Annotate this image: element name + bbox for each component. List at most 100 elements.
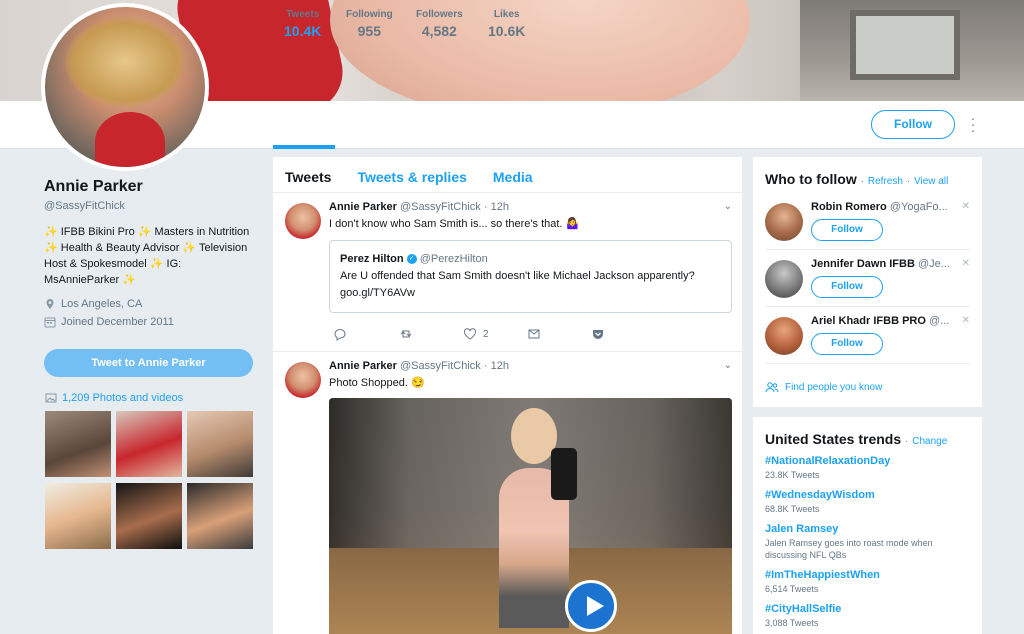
tweet-time[interactable]: · 12h xyxy=(484,201,509,213)
photo-thumbnail[interactable] xyxy=(116,483,182,549)
trend-item[interactable]: #NationalRelaxationDay 23.8K Tweets xyxy=(753,455,982,481)
profile-name[interactable]: Annie Parker xyxy=(44,178,254,196)
tweet-author[interactable]: Annie Parker xyxy=(329,201,397,213)
photo-thumbnail[interactable] xyxy=(45,483,111,549)
tweet-to-button[interactable]: Tweet to Annie Parker xyxy=(44,349,253,377)
trend-name[interactable]: #NationalRelaxationDay xyxy=(765,455,970,467)
photo-thumbnail[interactable] xyxy=(187,411,253,477)
tweet-handle[interactable]: @SassyFitChick xyxy=(400,360,481,372)
follow-button[interactable]: Follow xyxy=(871,110,955,139)
change-link[interactable]: Change xyxy=(912,436,947,447)
tweet-author[interactable]: Annie Parker xyxy=(329,360,397,372)
chevron-down-icon[interactable]: ⌄ xyxy=(724,201,732,212)
user-handle: @... xyxy=(928,315,950,327)
like-button[interactable]: 2 xyxy=(463,327,527,341)
trend-name[interactable]: #CityHallSelfie xyxy=(765,603,970,615)
who-to-follow-card: Who to follow · Refresh · View all Robin… xyxy=(753,157,982,407)
reply-button[interactable] xyxy=(333,327,397,341)
close-icon[interactable]: ✕ xyxy=(962,315,970,326)
photos-videos-label: 1,209 Photos and videos xyxy=(62,392,184,404)
trend-item[interactable]: Jalen Ramsey Jalen Ramsey goes into roas… xyxy=(753,523,982,561)
profile-avatar[interactable] xyxy=(41,3,209,171)
tweet-handle[interactable]: @SassyFitChick xyxy=(400,201,481,213)
tweet-item[interactable]: Annie Parker @SassyFitChick · 12h ⌄ I do… xyxy=(273,193,742,352)
stat-tweets[interactable]: Tweets 10.4K xyxy=(284,9,321,39)
direct-message-button[interactable] xyxy=(527,327,591,341)
close-icon[interactable]: ✕ xyxy=(962,201,970,212)
avatar[interactable] xyxy=(765,203,803,241)
quoted-author: Perez Hilton xyxy=(340,253,404,265)
retweet-button[interactable] xyxy=(399,327,463,341)
trend-item[interactable]: #ImTheHappiestWhen 6,514 Tweets xyxy=(753,569,982,595)
tweet-text: Photo Shopped. 😏 xyxy=(329,377,425,389)
avatar[interactable] xyxy=(765,260,803,298)
tweet-timeline: Tweets Tweets & replies Media Annie Park… xyxy=(273,157,742,634)
avatar[interactable] xyxy=(285,203,321,239)
tweet-text: I don't know who Sam Smith is... so ther… xyxy=(329,218,580,230)
quoted-tweet[interactable]: Perez Hilton ✓ @PerezHilton Are U offend… xyxy=(329,240,732,313)
suggested-user-name[interactable]: Jennifer Dawn IFBB @Je... xyxy=(811,258,961,270)
avatar[interactable] xyxy=(765,317,803,355)
trends-card: United States trends · Change #NationalR… xyxy=(753,417,982,634)
refresh-link[interactable]: Refresh xyxy=(868,176,903,187)
trend-name[interactable]: Jalen Ramsey xyxy=(765,523,970,535)
close-icon[interactable]: ✕ xyxy=(962,258,970,269)
stat-label: Followers xyxy=(416,9,463,20)
tab-tweets[interactable]: Tweets xyxy=(285,169,331,192)
active-stat-indicator xyxy=(273,145,335,149)
stat-label: Following xyxy=(346,9,393,20)
stat-label: Tweets xyxy=(286,9,320,20)
photo-thumbnail[interactable] xyxy=(45,411,111,477)
profile-handle[interactable]: @SassyFitChick xyxy=(44,200,254,212)
follow-button[interactable]: Follow xyxy=(811,219,883,241)
suggested-user-name[interactable]: Robin Romero @YogaFo... xyxy=(811,201,961,213)
photo-thumbnail[interactable] xyxy=(116,411,182,477)
trend-item[interactable]: #CityHallSelfie 3,088 Tweets xyxy=(753,603,982,629)
quoted-text: Are U offended that Sam Smith doesn't li… xyxy=(340,270,695,299)
separator: · xyxy=(906,176,911,187)
find-people-link[interactable]: Find people you know xyxy=(765,381,882,393)
people-icon xyxy=(765,382,779,393)
suggested-user[interactable]: Jennifer Dawn IFBB @Je... Follow ✕ xyxy=(765,250,970,307)
pocket-button[interactable] xyxy=(591,327,655,341)
location-text: Los Angeles, CA xyxy=(61,298,143,310)
user-name: Ariel Khadr IFBB PRO xyxy=(811,315,926,327)
follow-button[interactable]: Follow xyxy=(811,333,883,355)
view-all-link[interactable]: View all xyxy=(914,176,948,187)
trend-count: 68.8K Tweets xyxy=(765,504,820,514)
verified-icon: ✓ xyxy=(406,254,417,265)
trend-name[interactable]: #ImTheHappiestWhen xyxy=(765,569,970,581)
tweet-item[interactable]: Annie Parker @SassyFitChick · 12h ⌄ Phot… xyxy=(273,352,742,634)
photo-grid xyxy=(45,411,253,549)
suggested-user[interactable]: Robin Romero @YogaFo... Follow ✕ xyxy=(765,193,970,250)
more-options-icon[interactable]: · · · xyxy=(966,111,980,137)
user-handle: @Je... xyxy=(917,258,950,270)
tweet-time[interactable]: · 12h xyxy=(484,360,509,372)
trend-item[interactable]: #WednesdayWisdom 68.8K Tweets xyxy=(753,489,982,515)
trend-name[interactable]: #WednesdayWisdom xyxy=(765,489,970,501)
stat-followers[interactable]: Followers 4,582 xyxy=(416,9,463,39)
user-handle: @YogaFo... xyxy=(889,201,948,213)
stat-value: 10.6K xyxy=(488,23,526,39)
calendar-icon xyxy=(44,317,56,328)
photo-thumbnail[interactable] xyxy=(187,483,253,549)
suggested-user[interactable]: Ariel Khadr IFBB PRO @... Follow ✕ xyxy=(765,307,970,364)
play-icon[interactable] xyxy=(565,580,617,632)
photos-videos-link[interactable]: 1,209 Photos and videos xyxy=(45,392,183,404)
tweet-actions: 2 xyxy=(277,327,732,341)
avatar[interactable] xyxy=(285,362,321,398)
who-to-follow-header: Who to follow · Refresh · View all xyxy=(753,157,982,187)
follow-button[interactable]: Follow xyxy=(811,276,883,298)
chevron-down-icon[interactable]: ⌄ xyxy=(724,360,732,371)
stat-following[interactable]: Following 955 xyxy=(346,9,393,39)
trend-count: 23.8K Tweets xyxy=(765,470,820,480)
tab-media[interactable]: Media xyxy=(493,169,533,192)
pocket-icon xyxy=(593,330,603,339)
profile-bio: ✨ IFBB Bikini Pro ✨ Masters in Nutrition… xyxy=(44,226,250,286)
location-pin-icon xyxy=(46,299,54,309)
tab-tweets-replies[interactable]: Tweets & replies xyxy=(357,169,466,192)
tweet-video[interactable] xyxy=(329,398,732,634)
user-name: Jennifer Dawn IFBB xyxy=(811,258,915,270)
stat-likes[interactable]: Likes 10.6K xyxy=(488,9,525,39)
suggested-user-name[interactable]: Ariel Khadr IFBB PRO @... xyxy=(811,315,961,327)
